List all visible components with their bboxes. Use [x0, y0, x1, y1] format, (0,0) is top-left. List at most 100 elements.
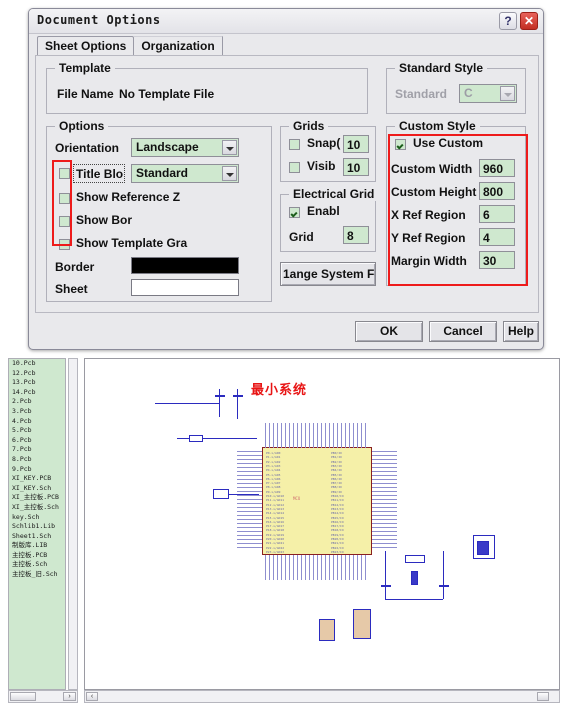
standard-style-combo[interactable]: C — [459, 84, 517, 103]
wire-osc-3 — [385, 599, 443, 600]
snap-on-checkbox[interactable] — [289, 139, 300, 150]
file-list-vertical-scrollbar[interactable] — [68, 358, 78, 690]
list-item[interactable]: Sheet1.Sch — [9, 531, 65, 542]
standard-style-group-title: Standard Style — [395, 61, 488, 75]
scroll-left-arrow-icon[interactable]: ‹ — [86, 692, 98, 701]
tab-organization[interactable]: Organization — [134, 36, 223, 55]
list-item[interactable]: 9.Pcb — [9, 465, 65, 475]
custom-width-input[interactable]: 960 — [479, 159, 515, 177]
list-item[interactable]: 12.Pcb — [9, 369, 65, 379]
mcu-component[interactable]: MCU P0.x/AD0 PB0/IO P1.x/AD1 PB1/IO P2.x/AD2… — [262, 447, 372, 555]
electrical-grid-range-input[interactable]: 8 — [343, 226, 369, 244]
title-block-checkbox[interactable] — [59, 168, 70, 179]
list-item[interactable]: 14.Pcb — [9, 388, 65, 398]
ic-pin — [361, 555, 362, 580]
list-item[interactable]: XI_KEY.Sch — [9, 484, 65, 494]
visible-grid-input[interactable]: 10 — [343, 158, 369, 176]
x-ref-region-label: X Ref Region — [391, 208, 466, 222]
list-item[interactable]: 8.Pcb — [9, 455, 65, 465]
scrollbar-thumb[interactable] — [537, 692, 549, 701]
snap-grid-input[interactable]: 10 — [343, 135, 369, 153]
ic-pin — [237, 471, 262, 472]
scroll-right-arrow-icon[interactable]: › — [63, 692, 76, 701]
connector-bottom-1 — [319, 619, 335, 641]
options-group-title: Options — [55, 119, 109, 133]
change-system-font-button[interactable]: 1ange System Fo — [280, 262, 376, 286]
ic-pin — [305, 555, 306, 580]
schematic-canvas[interactable]: 最小系统 MCU P0.x/AD0 PB0/IO P1.x/AD1 PB1/IO P2.… — [84, 358, 560, 690]
show-reference-zones-checkbox[interactable] — [59, 193, 70, 204]
ic-pin — [372, 471, 397, 472]
list-item[interactable]: 4.Pcb — [9, 417, 65, 427]
list-item[interactable]: 2.Pcb — [9, 397, 65, 407]
ok-button[interactable]: OK — [355, 321, 423, 342]
ic-pin — [329, 423, 330, 448]
file-name-label: File Name — [57, 87, 114, 101]
ic-pin — [289, 555, 290, 580]
chevron-down-icon[interactable] — [222, 166, 237, 181]
ic-pin — [297, 423, 298, 448]
sheet-color-swatch[interactable] — [131, 279, 239, 296]
list-item[interactable]: 制版库.LIB — [9, 541, 65, 551]
tab-sheet-options[interactable]: Sheet Options — [37, 36, 135, 55]
ic-pin — [341, 555, 342, 580]
electrical-grid-range-label: Grid — [289, 230, 314, 244]
file-list-panel[interactable]: 10.Pcb 12.Pcb 13.Pcb 14.Pcb 2.Pcb 3.Pcb 4.Pcb 5… — [8, 358, 66, 690]
dialog-titlebar[interactable]: Document Options ? ✕ — [29, 9, 543, 34]
ic-pin — [277, 555, 278, 580]
visible-grid-checkbox[interactable] — [289, 162, 300, 173]
show-border-checkbox[interactable] — [59, 216, 70, 227]
ic-pin — [237, 535, 262, 536]
x-ref-region-input[interactable]: 6 — [479, 205, 515, 223]
ic-pin — [305, 423, 306, 448]
list-item[interactable]: 7.Pcb — [9, 445, 65, 455]
use-custom-checkbox[interactable] — [395, 139, 406, 150]
chevron-down-icon[interactable] — [222, 140, 237, 155]
list-item[interactable]: 6.Pcb — [9, 436, 65, 446]
title-block-style-combo[interactable]: Standard — [131, 164, 239, 183]
ic-pin — [237, 499, 262, 500]
list-item[interactable]: key.Sch — [9, 513, 65, 523]
ic-pin — [372, 475, 397, 476]
grids-group: Grids Snap( 10 Visib 10 — [280, 119, 376, 182]
ic-pin — [365, 423, 366, 448]
cancel-button[interactable]: Cancel — [429, 321, 497, 342]
orientation-combo[interactable]: Landscape — [131, 138, 239, 157]
ic-pin — [237, 467, 262, 468]
list-item[interactable]: Schlib1.Lib — [9, 522, 65, 532]
list-item[interactable]: 主控板_旧.Sch — [9, 570, 65, 580]
list-item[interactable]: 13.Pcb — [9, 378, 65, 388]
ic-pin — [345, 555, 346, 580]
list-item[interactable]: 主控板.Sch — [9, 560, 65, 570]
border-color-swatch[interactable] — [131, 257, 239, 274]
ic-pin — [289, 423, 290, 448]
list-item[interactable]: XI_KEY.PCB — [9, 474, 65, 484]
ic-pin — [349, 423, 350, 448]
close-icon[interactable]: ✕ — [520, 12, 538, 30]
ic-pin — [317, 423, 318, 448]
help-icon[interactable]: ? — [499, 12, 517, 30]
list-item[interactable]: XI_主控板.Sch — [9, 503, 65, 513]
capacitor-c1 — [215, 395, 225, 397]
list-item[interactable]: 10.Pcb — [9, 359, 65, 369]
ic-pin — [237, 455, 262, 456]
ic-pin — [372, 455, 397, 456]
visible-grid-label: Visib — [307, 159, 336, 173]
dialog-help-button[interactable]: Help — [503, 321, 539, 342]
ic-pin — [269, 555, 270, 580]
scrollbar-thumb[interactable] — [10, 692, 36, 701]
margin-width-input[interactable]: 30 — [479, 251, 515, 269]
schematic-horizontal-scrollbar[interactable]: ‹ — [84, 690, 560, 703]
file-list-horizontal-scrollbar[interactable]: › — [8, 690, 78, 703]
chevron-down-icon[interactable] — [500, 86, 515, 101]
list-item[interactable]: XI_主控板.PCB — [9, 493, 65, 503]
electrical-grid-group: Electrical Grid Enabl Grid 8 — [280, 187, 379, 252]
y-ref-region-input[interactable]: 4 — [479, 228, 515, 246]
custom-height-input[interactable]: 800 — [479, 182, 515, 200]
wire-left-1 — [177, 438, 189, 439]
list-item[interactable]: 5.Pcb — [9, 426, 65, 436]
electrical-grid-enable-checkbox[interactable] — [289, 207, 300, 218]
show-template-graphics-checkbox[interactable] — [59, 239, 70, 250]
crystal-body — [411, 571, 418, 585]
list-item[interactable]: 3.Pcb — [9, 407, 65, 417]
